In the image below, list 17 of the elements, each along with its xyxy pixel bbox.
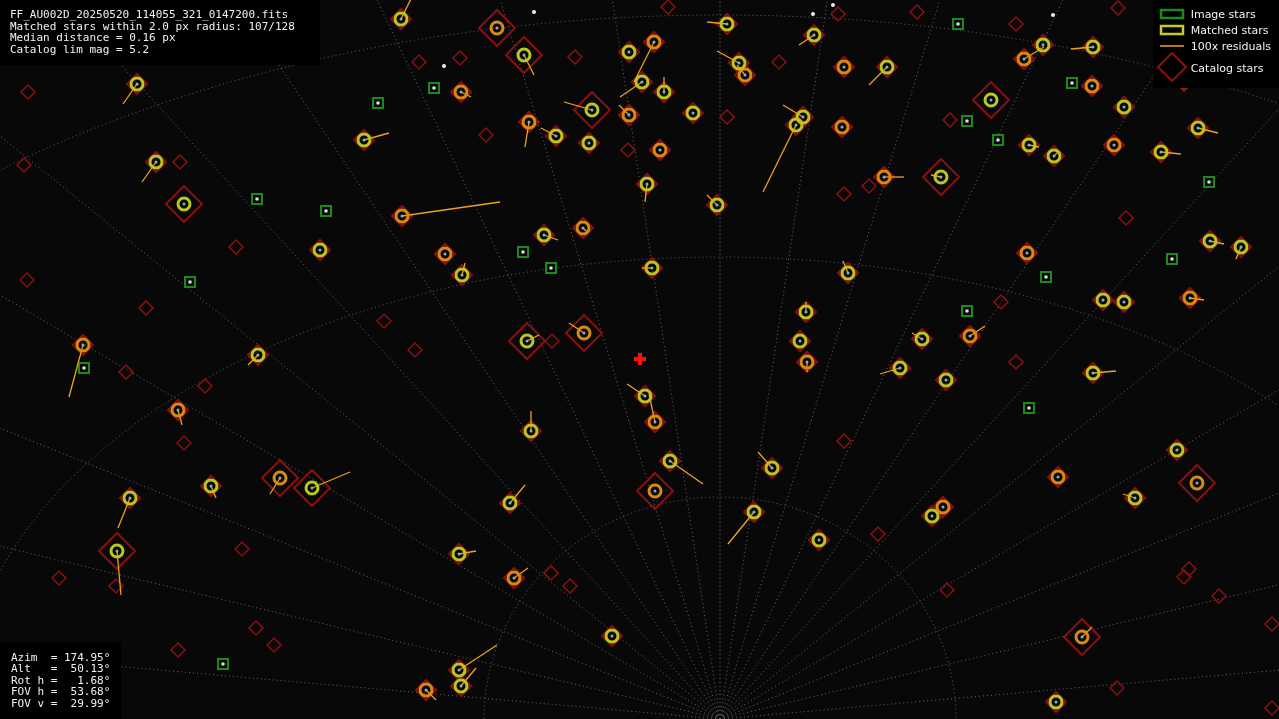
- rectangle-icon: [1158, 7, 1185, 21]
- pointing-text: FOV v = 29.99°: [11, 697, 111, 709]
- info-text: FF_AU002D_20250520_114055_321_0147200.fits: [10, 9, 290, 21]
- info-text: Catalog lim mag = 5.2: [10, 43, 151, 55]
- pointing-text: Rot h = 1.68°: [11, 674, 111, 686]
- pointing-text: Azim = 174.95°: [11, 651, 111, 663]
- center-cross-icon: [634, 353, 646, 365]
- legend-label: Catalog stars: [1190, 61, 1264, 75]
- pointing-text: FOV h = 53.68°: [11, 686, 111, 698]
- rectangle-icon: [1158, 23, 1185, 37]
- info-text: Median distance = 0.16 px: [10, 32, 176, 44]
- legend-label: Matched stars: [1190, 23, 1269, 37]
- legend-label: 100x residuals: [1190, 39, 1271, 53]
- info-text: Matched stars within 2.0 px radius: 107/128: [10, 20, 296, 32]
- pointing-text: Alt = 50.13°: [11, 663, 111, 675]
- legend-label: Image stars: [1190, 7, 1256, 21]
- diamond-icon: [1156, 52, 1187, 82]
